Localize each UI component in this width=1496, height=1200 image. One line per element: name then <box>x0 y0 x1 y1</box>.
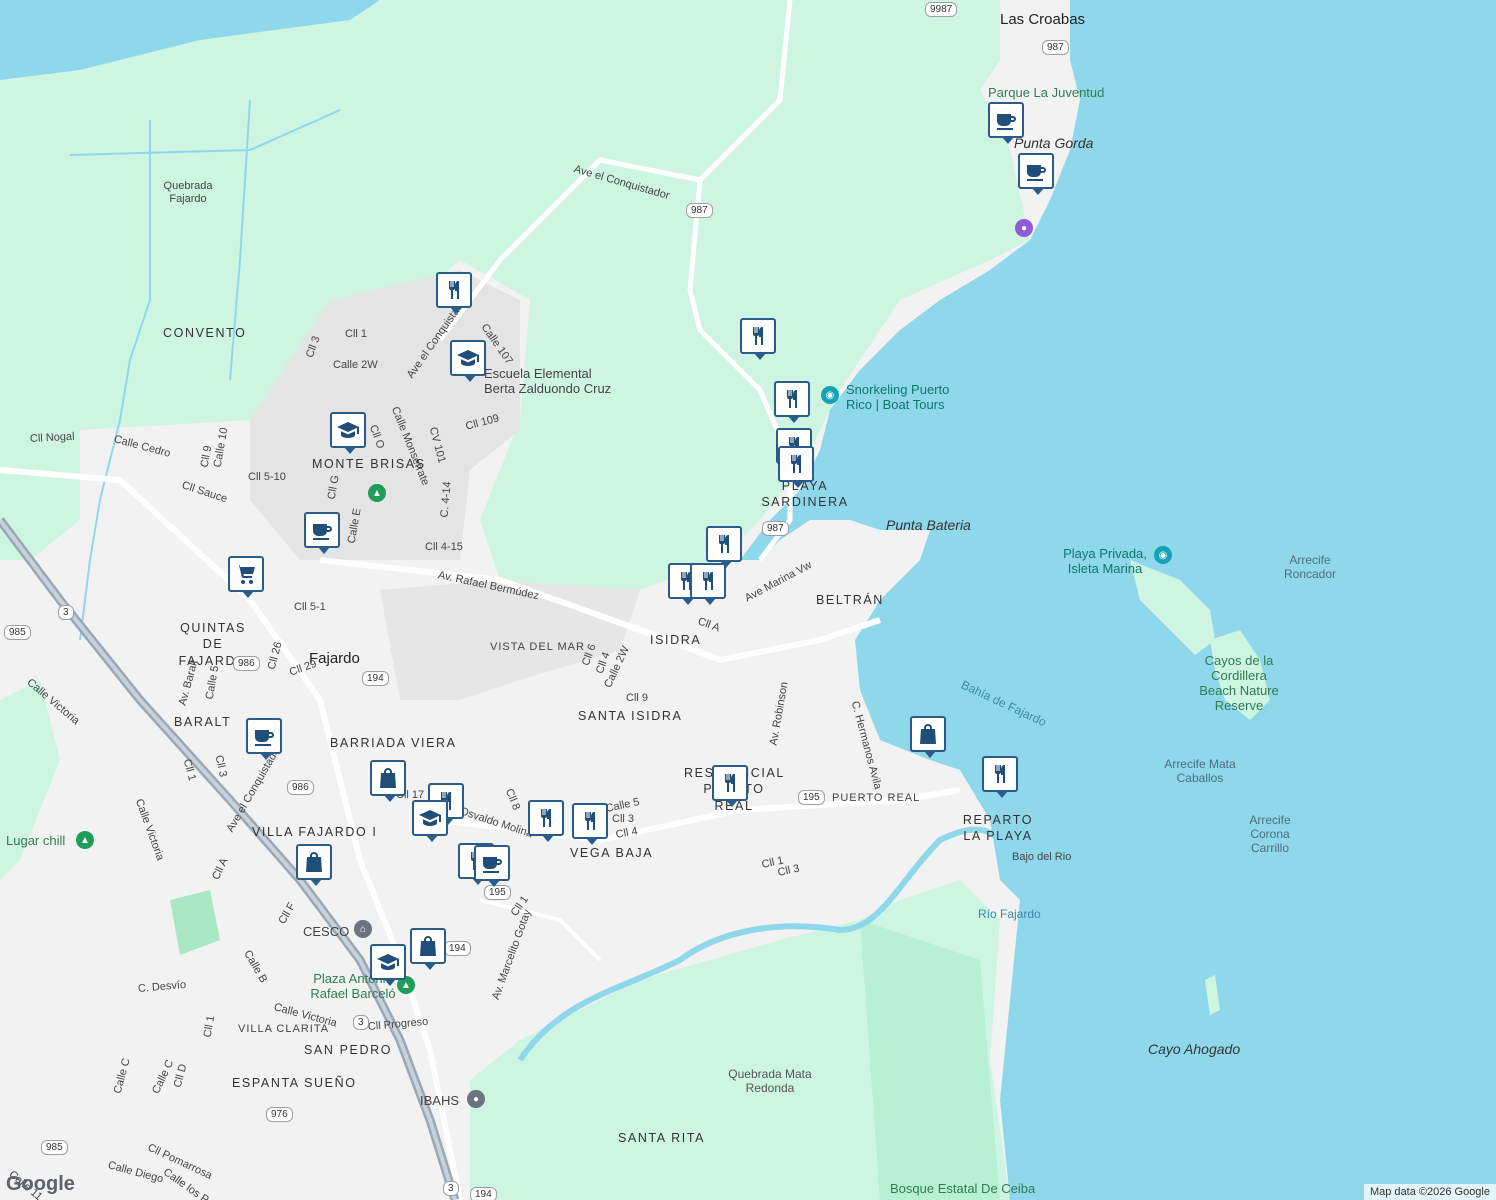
map-marker-restaurant[interactable] <box>982 756 1018 798</box>
coffee-cup-icon <box>483 857 502 873</box>
graduation-cap-icon <box>457 350 479 366</box>
attraction-icon[interactable]: ● <box>1015 219 1033 237</box>
fork-knife-icon <box>585 812 595 830</box>
route-shield: 985 <box>41 1140 68 1155</box>
fork-knife-icon <box>703 572 713 590</box>
graduation-cap-icon <box>419 810 441 826</box>
fork-knife-icon <box>725 774 735 792</box>
coffee-cup-icon <box>997 114 1016 130</box>
map-marker-shopping[interactable] <box>910 716 946 758</box>
map-marker-shopping[interactable] <box>296 844 332 886</box>
map-base-layer <box>0 0 1496 1200</box>
route-shield: 987 <box>1042 40 1069 55</box>
shopping-bag-icon <box>920 724 936 744</box>
map-marker-restaurant[interactable] <box>528 800 564 842</box>
map-marker-school[interactable] <box>370 944 406 986</box>
map-marker-cafe[interactable] <box>1018 153 1054 195</box>
fork-knife-icon <box>449 281 459 299</box>
map-marker-restaurant[interactable] <box>778 446 814 488</box>
route-shield: 3 <box>353 1015 369 1030</box>
route-shield: 195 <box>484 885 511 900</box>
shopping-cart-icon <box>236 565 255 584</box>
fork-knife-icon <box>541 809 551 827</box>
camera-icon[interactable]: ◉ <box>821 386 839 404</box>
map-marker-restaurant[interactable] <box>740 318 776 360</box>
map-marker-school[interactable] <box>330 412 366 454</box>
route-shield: 3 <box>58 605 74 620</box>
map-marker-restaurant[interactable] <box>706 526 742 568</box>
route-shield: 987 <box>762 521 789 536</box>
park-tree-icon[interactable]: ▲ <box>76 831 94 849</box>
map-marker-cafe[interactable] <box>988 102 1024 144</box>
route-shield: 195 <box>798 790 825 805</box>
map-marker-restaurant[interactable] <box>690 563 726 605</box>
map-marker-cafe[interactable] <box>474 845 510 887</box>
map-marker-shopping[interactable] <box>228 556 264 598</box>
bank-icon[interactable]: ⌂ <box>354 920 372 938</box>
route-shield: 194 <box>470 1187 497 1200</box>
map-marker-cafe[interactable] <box>246 718 282 760</box>
route-shield: 976 <box>266 1107 293 1122</box>
fork-knife-icon <box>753 327 763 345</box>
shopping-bag-icon <box>380 768 396 788</box>
route-shield: 986 <box>287 780 314 795</box>
route-shield: 3 <box>443 1181 459 1196</box>
google-logo: Google <box>6 1173 75 1195</box>
graduation-cap-icon <box>337 422 359 438</box>
fork-knife-icon <box>787 390 797 408</box>
shopping-bag-icon <box>306 852 322 872</box>
map-marker-cafe[interactable] <box>304 512 340 554</box>
coffee-cup-icon <box>1027 165 1046 181</box>
map-marker-shopping[interactable] <box>370 760 406 802</box>
route-shield: 987 <box>686 203 713 218</box>
map-marker-school[interactable] <box>450 340 486 382</box>
fork-knife-icon <box>791 455 801 473</box>
park-tree-icon[interactable]: ▲ <box>368 484 386 502</box>
map-marker-restaurant[interactable] <box>712 765 748 807</box>
graduation-cap-icon <box>377 954 399 970</box>
fork-knife-icon <box>719 535 729 553</box>
map-marker-restaurant[interactable] <box>436 272 472 314</box>
route-shield: 986 <box>233 656 260 671</box>
map-marker-school[interactable] <box>412 800 448 842</box>
route-shield: 194 <box>362 671 389 686</box>
map-attribution: Map data ©2026 Google <box>1363 1184 1496 1200</box>
route-shield: 194 <box>444 941 471 956</box>
map-marker-restaurant[interactable] <box>572 803 608 845</box>
camera-icon[interactable]: ◉ <box>1154 546 1172 564</box>
map-canvas[interactable]: Las Croabas Parque La Juventud Punta Gor… <box>0 0 1496 1200</box>
place-pin-icon[interactable]: ● <box>467 1090 485 1108</box>
map-marker-restaurant[interactable] <box>774 381 810 423</box>
map-marker-shopping[interactable] <box>410 928 446 970</box>
coffee-cup-icon <box>313 524 332 540</box>
fork-knife-icon <box>995 765 1005 783</box>
route-shield: 9987 <box>925 2 958 17</box>
route-shield: 985 <box>4 625 31 640</box>
coffee-cup-icon <box>255 730 274 746</box>
shopping-bag-icon <box>420 936 436 956</box>
